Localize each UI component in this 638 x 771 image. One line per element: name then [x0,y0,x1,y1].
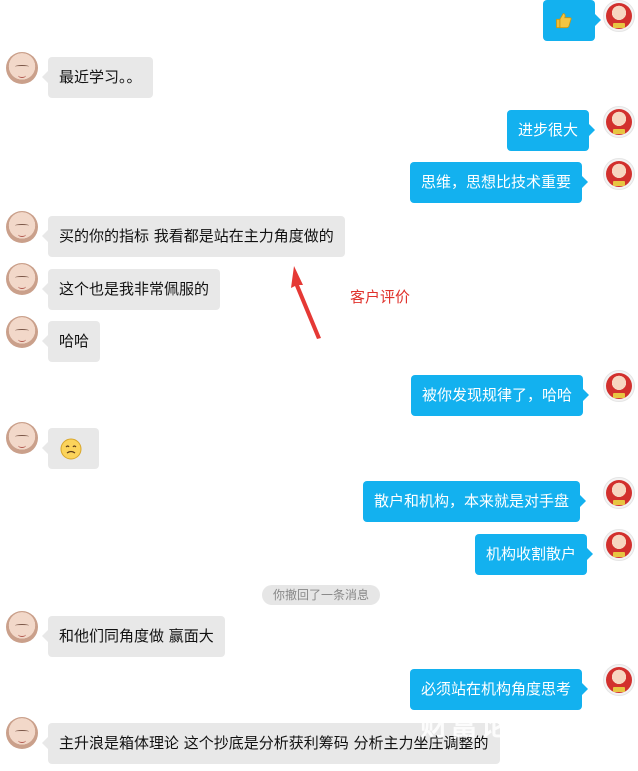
message-bubble[interactable]: 思维，思想比技术重要 [410,162,589,203]
message-bubble[interactable]: 机构收割散户 [475,534,594,575]
message-bubble-thumbs[interactable] [543,0,601,41]
sender-avatar[interactable] [603,529,635,561]
annotation-arrow-icon [291,266,321,339]
message-bubble[interactable]: 买的你的指标 我看都是站在主力角度做的 [42,216,345,257]
message-bubble[interactable]: 哈哈 [41,321,101,362]
contact-avatar[interactable] [6,717,38,749]
message-bubble[interactable]: 被你发现规律了，哈哈 [411,375,590,416]
contact-avatar[interactable] [6,611,38,643]
sender-avatar[interactable] [603,106,635,138]
message-bubble[interactable]: 和他们同角度做 赢面大 [42,616,225,657]
sender-avatar[interactable] [603,158,635,190]
recalled-message-notice: 你撤回了一条消息 [262,585,380,605]
sender-avatar[interactable] [603,664,635,696]
message-bubble[interactable]: 散户和机构，本来就是对手盘 [363,481,587,522]
contact-avatar[interactable] [6,52,38,84]
message-bubble[interactable]: 最近学习。。 [42,57,153,98]
contact-avatar[interactable] [6,422,38,454]
message-bubble-smiley[interactable] [42,428,99,469]
sender-avatar[interactable] [603,370,635,402]
watermark-logo: 财富论 [420,709,511,742]
contact-avatar[interactable] [6,263,38,295]
thumbs-up-icon [556,12,572,28]
sender-avatar[interactable] [603,0,635,32]
message-bubble[interactable]: 这个也是我非常佩服的 [41,269,221,310]
sender-avatar[interactable] [603,477,635,509]
annotation-label: 客户评价 [350,288,411,306]
message-bubble[interactable]: 进步很大 [507,110,596,151]
smiley-icon [60,438,82,459]
contact-avatar[interactable] [6,316,38,348]
contact-avatar[interactable] [6,211,38,243]
